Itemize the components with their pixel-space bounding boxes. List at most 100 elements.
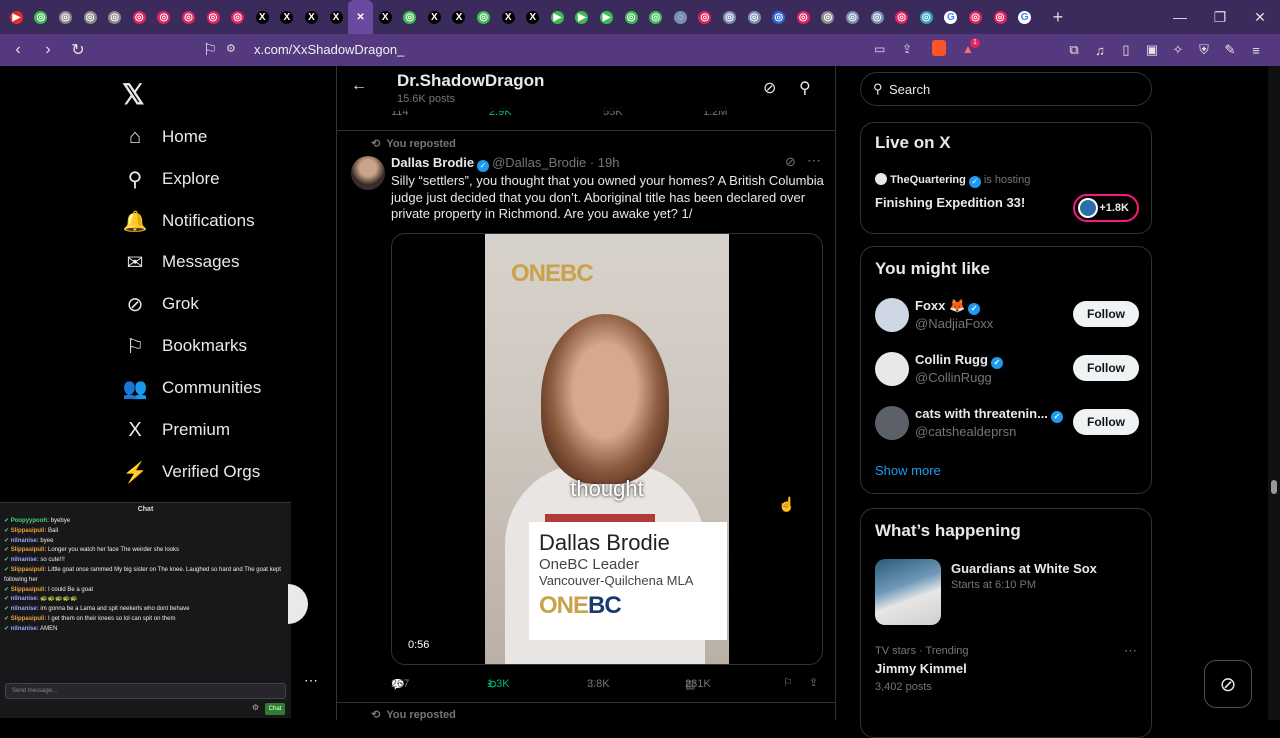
avatar[interactable] [875, 298, 909, 332]
follow-button[interactable]: Follow [1073, 355, 1139, 381]
browser-tab[interactable]: ◎ [53, 0, 78, 34]
chat-input[interactable]: Send message... [5, 683, 286, 699]
nav-item-explore[interactable]: ⚲ Explore [122, 159, 220, 199]
browser-tab[interactable]: ◎ [766, 0, 791, 34]
chat-username[interactable]: Slippasipuli: [11, 528, 47, 534]
account-switcher-edge[interactable] [288, 584, 308, 624]
video-frame[interactable]: ONEBC thought Dallas Brodie OneBC Leader… [485, 234, 729, 664]
browser-tab[interactable]: ◎ [29, 0, 54, 34]
scrollbar-thumb[interactable] [1271, 480, 1277, 494]
avatar[interactable] [875, 352, 909, 386]
tweet-video[interactable]: ONEBC thought Dallas Brodie OneBC Leader… [391, 233, 823, 665]
browser-tab[interactable]: ◌ [668, 0, 693, 34]
back-arrow-icon[interactable]: ← [351, 77, 367, 95]
browser-tab[interactable]: ◎ [988, 0, 1013, 34]
nav-item-verified-orgs[interactable]: ⚡ Verified Orgs [122, 452, 261, 492]
reload-icon[interactable]: ↻ [66, 40, 90, 60]
browser-tab[interactable]: ◎ [643, 0, 668, 34]
browser-tab[interactable]: ◎ [865, 0, 890, 34]
bookmark-icon[interactable]: ⚐ [783, 676, 793, 689]
search-input[interactable]: ⚲ Search [860, 72, 1152, 106]
browser-tab[interactable]: ▶ [4, 0, 29, 34]
extension-icon[interactable]: ✎ [1220, 42, 1240, 58]
browser-tab[interactable]: X [275, 0, 300, 34]
menu-icon[interactable]: ≡ [1246, 43, 1266, 58]
browser-tab[interactable]: ◎ [693, 0, 718, 34]
live-listeners-pill[interactable]: +1.8K [1073, 194, 1139, 222]
follow-button[interactable]: Follow [1073, 301, 1139, 327]
browser-tab[interactable]: ◎ [201, 0, 226, 34]
browser-tab[interactable]: ◎ [78, 0, 103, 34]
wallet-icon[interactable]: ▣ [1142, 42, 1162, 58]
tab-search-icon[interactable]: ⧉ [1064, 42, 1084, 58]
browser-tab[interactable]: ◎ [914, 0, 939, 34]
account-more-icon[interactable]: ⋯ [304, 672, 318, 689]
url-field[interactable]: x.com/XxShadowDragon_ [254, 34, 404, 66]
event-image[interactable] [875, 559, 941, 625]
nav-item-premium[interactable]: X Premium [122, 410, 230, 450]
media-icon[interactable]: ♫ [1090, 43, 1110, 58]
browser-tab[interactable]: ◎ [176, 0, 201, 34]
suggested-user-name[interactable]: Collin Rugg ✓ [915, 352, 1006, 369]
browser-tab[interactable]: ◎ [619, 0, 644, 34]
grok-fab-icon[interactable]: ⊘ [1204, 660, 1252, 708]
brave-shield-icon[interactable] [932, 40, 946, 56]
nav-item-grok[interactable]: ⊘ Grok [122, 284, 199, 324]
nav-item-communities[interactable]: 👥 Communities [122, 368, 262, 408]
share-icon[interactable]: ⇪ [902, 42, 912, 56]
browser-tab[interactable]: ◎ [102, 0, 127, 34]
author-handle[interactable]: @Dallas_Brodie [492, 155, 586, 170]
chat-settings-icon[interactable]: ⚙ [252, 703, 259, 712]
browser-tab[interactable]: X [520, 0, 545, 34]
browser-tab[interactable]: ▶ [594, 0, 619, 34]
scrollbar[interactable] [1268, 66, 1280, 720]
sidebar-toggle-icon[interactable]: ▯ [1116, 42, 1136, 58]
chat-username[interactable]: Slippasipuli: [11, 567, 47, 573]
browser-tab[interactable]: X [447, 0, 472, 34]
avatar[interactable] [875, 406, 909, 440]
share-post-icon[interactable]: ⇪ [809, 676, 818, 689]
cast-icon[interactable]: ▭ [874, 42, 885, 56]
chat-username[interactable]: Slippasipuli: [11, 587, 47, 593]
browser-tab[interactable]: ◎ [791, 0, 816, 34]
browser-tab[interactable]: ▶ [545, 0, 570, 34]
x-logo-icon[interactable]: 𝕏 [122, 78, 145, 111]
nav-item-bookmarks[interactable]: ⚐ Bookmarks [122, 326, 247, 366]
chat-username[interactable]: nilnanise: [11, 538, 39, 544]
space-title[interactable]: Finishing Expedition 33! [875, 195, 1025, 210]
browser-tab[interactable]: ▶ [570, 0, 595, 34]
grok-explain-icon[interactable]: ⊘ [785, 154, 796, 170]
browser-tab[interactable]: ◎ [398, 0, 423, 34]
browser-tab[interactable]: X [373, 0, 398, 34]
vpn-icon[interactable]: ⛨ [1194, 42, 1214, 58]
suggested-user[interactable]: Collin Rugg ✓ @CollinRugg Follow [875, 349, 1139, 389]
browser-tab[interactable]: ✕ [348, 0, 373, 34]
browser-tab[interactable]: ◎ [963, 0, 988, 34]
browser-tab[interactable]: ◎ [742, 0, 767, 34]
live-host[interactable]: TheQuartering ✓ is hosting [875, 173, 1030, 188]
nav-item-messages[interactable]: ✉ Messages [122, 242, 240, 282]
chat-send-button[interactable]: Chat [265, 703, 285, 715]
chat-username[interactable]: Slippasipuli: [11, 547, 47, 553]
browser-tab[interactable]: X [496, 0, 521, 34]
browser-tab[interactable]: X [422, 0, 447, 34]
close-window-button[interactable]: ✕ [1240, 0, 1280, 34]
bookmark-page-icon[interactable]: ⚐ [198, 40, 222, 60]
chat-username[interactable]: nilnanise: [11, 596, 39, 602]
grok-icon[interactable]: ⊘ [763, 78, 776, 98]
forward-nav-icon[interactable]: › [36, 41, 60, 59]
browser-tab[interactable]: ◎ [127, 0, 152, 34]
event-title[interactable]: Guardians at White Sox [951, 561, 1097, 576]
suggested-user[interactable]: cats with threatenin... ✓ @catshealdeprsn F… [875, 403, 1139, 443]
show-more-link[interactable]: Show more [875, 463, 941, 478]
suggested-user[interactable]: Foxx 🦊 ✓ @NadjiaFoxx Follow [875, 295, 1139, 335]
browser-tab[interactable]: ◎ [225, 0, 250, 34]
browser-tab[interactable]: ◎ [717, 0, 742, 34]
more-options-icon[interactable]: ⋯ [807, 152, 821, 169]
site-settings-icon[interactable]: ⚙ [226, 42, 236, 55]
minimize-button[interactable]: — [1160, 0, 1200, 34]
back-nav-icon[interactable]: ‹ [6, 41, 30, 59]
tweet-author[interactable]: Dallas Brodie ✓ @Dallas_Brodie · 19h [391, 155, 620, 172]
browser-tab[interactable]: ◎ [152, 0, 177, 34]
browser-tab[interactable]: ◎ [816, 0, 841, 34]
